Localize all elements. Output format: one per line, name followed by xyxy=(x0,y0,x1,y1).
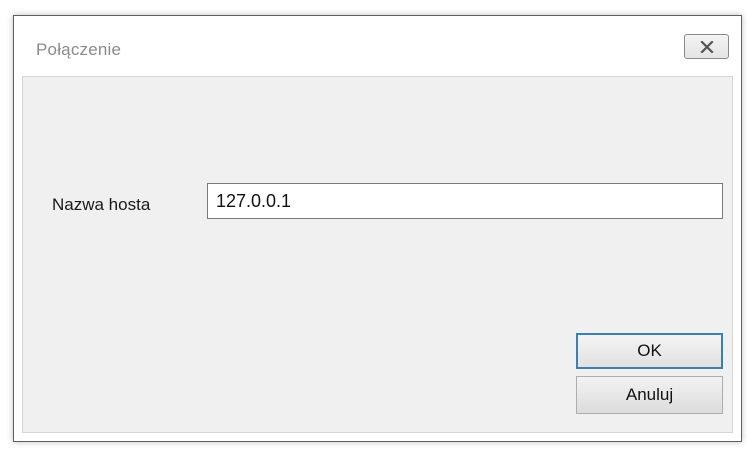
close-button[interactable] xyxy=(684,34,729,59)
host-name-input[interactable] xyxy=(207,183,723,219)
dialog-body: Nazwa hosta OK Anuluj xyxy=(22,76,733,433)
title-bar[interactable]: Połączenie xyxy=(14,16,741,76)
window-title: Połączenie xyxy=(36,40,122,59)
close-icon xyxy=(699,40,714,53)
ok-button[interactable]: OK xyxy=(576,333,723,369)
cancel-button[interactable]: Anuluj xyxy=(576,376,723,414)
dialog-window: Połączenie Nazwa hosta OK Anuluj xyxy=(13,15,742,442)
host-name-label: Nazwa hosta xyxy=(52,195,151,214)
